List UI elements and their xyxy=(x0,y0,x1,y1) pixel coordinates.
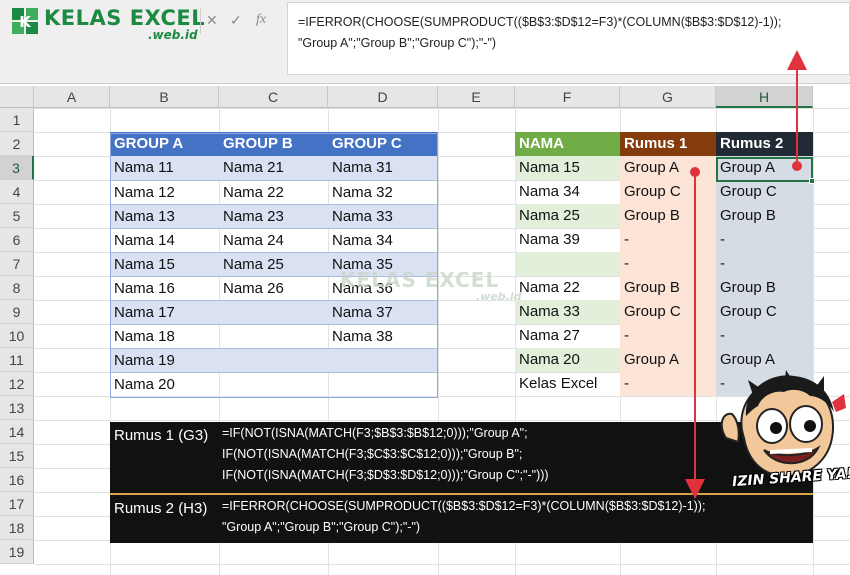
row-header-19[interactable]: 19 xyxy=(0,540,34,564)
logo-title: KELAS EXCEL xyxy=(44,6,206,30)
lookup-cell[interactable]: Nama 27 xyxy=(515,324,620,348)
lookup-header-3[interactable]: Rumus 2 xyxy=(716,132,813,156)
mascot-face-icon xyxy=(720,370,846,478)
row-header-1[interactable]: 1 xyxy=(0,108,34,132)
lookup-cell[interactable]: Nama 15 xyxy=(515,156,620,180)
enter-icon[interactable]: ✓ xyxy=(230,12,242,29)
lookup-cell[interactable]: Group C xyxy=(620,300,716,324)
row-header-3[interactable]: 3 xyxy=(0,156,34,180)
rumus-2-formula: =IFERROR(CHOOSE(SUMPRODUCT(($B$3:$D$12=F… xyxy=(222,499,706,534)
selected-cell-outline xyxy=(716,157,813,182)
lookup-cell[interactable]: Kelas Excel xyxy=(515,372,620,396)
column-header-c[interactable]: C xyxy=(219,86,328,108)
column-header-a[interactable]: A xyxy=(34,86,110,108)
rumus-1-label: Rumus 1 (G3) xyxy=(114,427,209,444)
lookup-cell[interactable]: Nama 25 xyxy=(515,204,620,228)
row-header-10[interactable]: 10 xyxy=(0,324,34,348)
row-header-15[interactable]: 15 xyxy=(0,444,34,468)
row-header-4[interactable]: 4 xyxy=(0,180,34,204)
column-header-f[interactable]: F xyxy=(515,86,620,108)
lookup-cell[interactable]: Group B xyxy=(716,276,813,300)
formula-input[interactable]: =IFERROR(CHOOSE(SUMPRODUCT(($B$3:$D$12=F… xyxy=(287,2,850,75)
group-table-frame xyxy=(110,133,438,398)
row-header-14[interactable]: 14 xyxy=(0,420,34,444)
lookup-cell[interactable]: - xyxy=(716,252,813,276)
row-header-9[interactable]: 9 xyxy=(0,300,34,324)
fill-handle[interactable] xyxy=(809,178,815,184)
row-header-13[interactable]: 13 xyxy=(0,396,34,420)
select-all-corner[interactable] xyxy=(0,86,34,108)
lookup-cell[interactable]: - xyxy=(716,228,813,252)
rumus-2-label: Rumus 2 (H3) xyxy=(114,500,208,517)
row-header-16[interactable]: 16 xyxy=(0,468,34,492)
lookup-cell[interactable]: Nama 33 xyxy=(515,300,620,324)
lookup-cell[interactable]: - xyxy=(620,228,716,252)
lookup-cell[interactable]: Group A xyxy=(620,156,716,180)
row-header-7[interactable]: 7 xyxy=(0,252,34,276)
row-header-6[interactable]: 6 xyxy=(0,228,34,252)
lookup-cell[interactable]: - xyxy=(620,324,716,348)
panel-divider xyxy=(110,493,813,495)
lookup-cell[interactable]: Nama 34 xyxy=(515,180,620,204)
lookup-cell[interactable] xyxy=(515,252,620,276)
lookup-cell[interactable]: Group B xyxy=(716,204,813,228)
rumus-2-panel: Rumus 2 (H3) =IFERROR(CHOOSE(SUMPRODUCT(… xyxy=(110,495,813,543)
lookup-cell[interactable]: Group C xyxy=(620,180,716,204)
lookup-cell[interactable]: Nama 22 xyxy=(515,276,620,300)
svg-text:K: K xyxy=(19,13,32,31)
formula-bar-separator xyxy=(200,8,201,34)
lookup-cell[interactable]: Group C xyxy=(716,180,813,204)
column-header-b[interactable]: B xyxy=(110,86,219,108)
lookup-cell[interactable]: Group A xyxy=(620,348,716,372)
row-header-17[interactable]: 17 xyxy=(0,492,34,516)
lookup-cell[interactable]: Group C xyxy=(716,300,813,324)
column-header-h[interactable]: H xyxy=(716,86,813,108)
lookup-header-1[interactable]: NAMA xyxy=(515,132,620,156)
row-header-8[interactable]: 8 xyxy=(0,276,34,300)
lookup-cell[interactable]: - xyxy=(620,252,716,276)
formula-bar-buttons: ✕ ✓ fx xyxy=(206,12,284,32)
lookup-cell[interactable]: - xyxy=(716,324,813,348)
cancel-icon[interactable]: ✕ xyxy=(206,12,218,29)
row-header-11[interactable]: 11 xyxy=(0,348,34,372)
row-header-5[interactable]: 5 xyxy=(0,204,34,228)
lookup-cell[interactable]: Group B xyxy=(620,204,716,228)
kelas-excel-logo: K KELAS EXCEL .web.id xyxy=(8,4,208,44)
watermark: KELAS EXCEL xyxy=(340,268,500,292)
logo-mark-icon: K xyxy=(12,8,38,34)
row-header-18[interactable]: 18 xyxy=(0,516,34,540)
column-header-g[interactable]: G xyxy=(620,86,716,108)
insert-function-icon[interactable]: fx xyxy=(256,12,266,28)
row-header-2[interactable]: 2 xyxy=(0,132,34,156)
rumus-1-panel: Rumus 1 (G3) =IF(NOT(ISNA(MATCH(F3;$B$3:… xyxy=(110,422,813,493)
row-header-12[interactable]: 12 xyxy=(0,372,34,396)
column-header-e[interactable]: E xyxy=(438,86,515,108)
rumus-1-formula: =IF(NOT(ISNA(MATCH(F3;$B$3:$B$12;0)));"G… xyxy=(222,426,549,482)
logo-subtitle: .web.id xyxy=(148,28,198,42)
lookup-cell[interactable]: Nama 39 xyxy=(515,228,620,252)
column-header-d[interactable]: D xyxy=(328,86,438,108)
lookup-cell[interactable]: Nama 20 xyxy=(515,348,620,372)
lookup-cell[interactable]: Group B xyxy=(620,276,716,300)
lookup-header-2[interactable]: Rumus 1 xyxy=(620,132,716,156)
formula-bar-area: K KELAS EXCEL .web.id ✕ ✓ fx =IFERROR(CH… xyxy=(0,0,850,84)
watermark-subtitle: .web.id xyxy=(476,290,522,303)
lookup-cell[interactable]: - xyxy=(620,372,716,396)
